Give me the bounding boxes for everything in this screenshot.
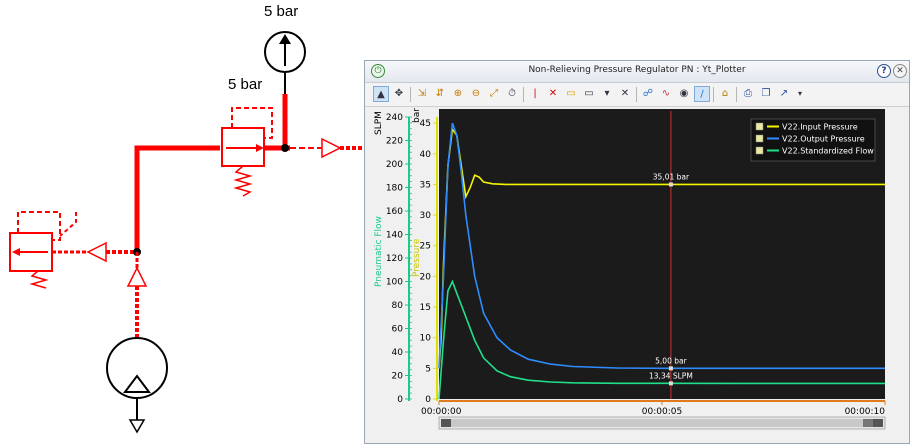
flow-tick-label: 40 <box>392 348 404 358</box>
pressure-tick-label: 5 <box>425 364 431 374</box>
timer-icon[interactable]: ⏱ <box>504 86 520 102</box>
delete-icon[interactable]: ✕ <box>617 86 633 102</box>
legend-label: V22.Input Pressure <box>782 123 858 132</box>
help-button[interactable]: ? <box>877 64 891 78</box>
pressure-axis-title: Pressure <box>412 238 422 277</box>
toolbar-separator <box>410 87 411 102</box>
time-tick-label: 00:00:05 <box>642 407 682 417</box>
marker-delete-icon[interactable]: ▭ <box>581 86 597 102</box>
cursor-delete-icon[interactable]: ✕ <box>545 86 561 102</box>
gauge-top-label: 5 bar <box>264 3 299 20</box>
time-tick-label: 00:00:10 <box>845 407 886 417</box>
toolbar-separator <box>636 87 637 102</box>
marker-add-icon[interactable]: ▭ <box>563 86 579 102</box>
flow-tick-label: 60 <box>392 325 404 335</box>
cursor-point <box>668 366 673 371</box>
print-icon[interactable]: ⎙ <box>740 86 756 102</box>
time-tick-label: 00:00:00 <box>421 407 462 417</box>
flow-tick-label: 220 <box>386 137 403 147</box>
time-axis-ticks: 00:00:00 00:00:05 00:00:10 <box>421 401 886 417</box>
cursor-value-label: 35,01 bar <box>653 172 690 181</box>
scrollbar-thumb[interactable] <box>451 419 863 427</box>
flow-tick-label: 120 <box>386 254 403 264</box>
pressure-tick-label: 30 <box>420 211 432 221</box>
flow-axis-unit: SLPM <box>374 111 384 135</box>
pressure-tick-label: 10 <box>420 334 432 344</box>
zoom-fit-icon[interactable]: ⤢ <box>486 86 502 102</box>
flow-tick-label: 200 <box>386 160 403 170</box>
flow-tick-label: 0 <box>397 395 403 405</box>
toolbar-separator <box>736 87 737 102</box>
scroll-handle[interactable] <box>863 419 873 427</box>
cursor-point <box>668 381 673 386</box>
pressure-tick-label: 0 <box>425 395 431 405</box>
gauge-mid-label: 5 bar <box>228 76 263 93</box>
flow-tick-label: 140 <box>386 231 403 241</box>
legend-checkbox <box>755 134 764 143</box>
pressure-axis-unit: bar <box>412 108 422 123</box>
horizontal-scrollbar[interactable] <box>438 416 886 430</box>
flow-tick-label: 180 <box>386 184 403 194</box>
overflow-icon[interactable]: ▾ <box>792 86 808 102</box>
compressor-pump[interactable] <box>106 337 168 399</box>
zoom-in-icon[interactable]: ⊕ <box>450 86 466 102</box>
toolbar-separator <box>523 87 524 102</box>
zoom-x-icon[interactable]: ⇲ <box>414 86 430 102</box>
junction-dot-top <box>281 144 289 152</box>
chart-legend: V22.Input Pressure V22.Output Pressure V22… <box>750 118 876 162</box>
zoom-out-icon[interactable]: ⊖ <box>468 86 484 102</box>
legend-label: V22.Output Pressure <box>782 135 865 144</box>
cursor-value-label: 13,34 SLPM <box>649 371 693 380</box>
pneumatic-schematic <box>9 31 365 434</box>
select-icon[interactable]: ▲ <box>373 86 389 102</box>
cursor-point <box>668 182 673 187</box>
plot-toolbar: ▲ ✥ ⇲ ⇵ ⊕ ⊖ ⤢ ⏱ | ✕ ▭ ▭ ▾ ✕ ☍ ∿ ◉ ∕ ⌂ ⎙ … <box>365 83 909 107</box>
copy-icon[interactable]: ❐ <box>758 86 774 102</box>
lock-icon[interactable]: ⌂ <box>717 86 733 102</box>
flow-arrow-right <box>321 137 342 159</box>
yt-plot[interactable]: 0 20 40 60 80 100 120 140 160 180 200 220 240 0 5 10 15… <box>365 107 909 443</box>
window-title: Non-Relieving Pressure Regulator PN : Yt… <box>528 65 746 75</box>
relief-valve-left[interactable] <box>9 211 77 289</box>
scroll-right-arrow[interactable] <box>873 419 883 427</box>
cursor-add-icon[interactable]: | <box>527 86 543 102</box>
legend-checkbox <box>755 122 764 131</box>
eye-icon[interactable]: ◉ <box>676 86 692 102</box>
flow-arrow-up <box>126 266 148 287</box>
window-titlebar[interactable]: ⏻ Non-Relieving Pressure Regulator PN : … <box>365 61 909 83</box>
pan-icon[interactable]: ✥ <box>391 86 407 102</box>
cursor-value-label: 5,00 bar <box>655 356 687 365</box>
close-button[interactable]: ✕ <box>893 64 907 78</box>
dropdown-icon[interactable]: ▾ <box>599 86 615 102</box>
supply-line <box>134 145 220 252</box>
curve-color-icon[interactable]: ∿ <box>658 86 674 102</box>
flow-axis-title: Pneumatic Flow <box>374 216 384 287</box>
flow-tick-label: 240 <box>386 113 403 123</box>
pressure-regulator-valve[interactable] <box>221 107 273 197</box>
scroll-left-arrow[interactable] <box>441 419 451 427</box>
pressure-gauge-top[interactable] <box>264 31 306 73</box>
legend-label: V22.Standardized Flow <box>782 147 874 156</box>
pressure-tick-label: 40 <box>420 150 432 160</box>
flow-tick-label: 100 <box>386 278 403 288</box>
pressure-tick-label: 35 <box>420 180 431 190</box>
plotter-window: ⏻ Non-Relieving Pressure Regulator PN : … <box>364 60 910 444</box>
visibility-icon[interactable]: ☍ <box>640 86 656 102</box>
pressure-tick-label: 15 <box>420 303 431 313</box>
export-icon[interactable]: ↗ <box>776 86 792 102</box>
toolbar-separator <box>713 87 714 102</box>
curve-icon[interactable]: ∕ <box>694 86 710 102</box>
intake-arrow <box>128 419 146 434</box>
flow-tick-label: 160 <box>386 207 403 217</box>
flow-tick-label: 80 <box>392 301 404 311</box>
legend-checkbox <box>755 146 764 155</box>
zoom-y-icon[interactable]: ⇵ <box>432 86 448 102</box>
flow-arrow-left <box>86 241 107 263</box>
flow-tick-label: 20 <box>392 372 404 382</box>
